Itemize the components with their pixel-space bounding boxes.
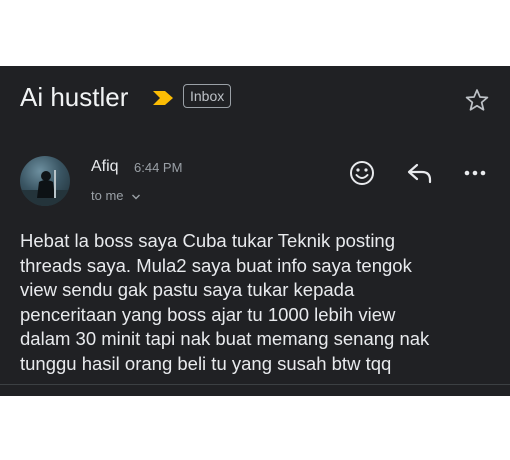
more-options-icon[interactable] (460, 158, 490, 188)
star-icon[interactable] (464, 87, 490, 113)
recipient-label: to me (91, 188, 124, 203)
timestamp: 6:44 PM (134, 160, 183, 175)
email-subject: Ai hustler (20, 82, 129, 112)
reply-icon[interactable] (405, 158, 435, 188)
email-body: Hebat la boss saya Cuba tukar Teknik pos… (20, 230, 430, 374)
sender-name[interactable]: Afiq (91, 158, 119, 176)
recipient-details[interactable]: to me (91, 188, 141, 203)
divider (0, 384, 510, 385)
chevron-down-icon (132, 194, 141, 200)
important-marker-icon[interactable] (152, 90, 174, 106)
sender-row: Afiq 6:44 PM to me (20, 150, 494, 210)
email-view: Ai hustler Inbox Afiq 6:44 PM to me Heba… (0, 66, 510, 396)
avatar-figure (20, 170, 70, 206)
subject-header: Ai hustler Inbox (20, 80, 494, 116)
avatar[interactable] (20, 156, 70, 206)
inbox-label-chip[interactable]: Inbox (183, 84, 232, 108)
emoji-reaction-icon[interactable] (347, 158, 377, 188)
